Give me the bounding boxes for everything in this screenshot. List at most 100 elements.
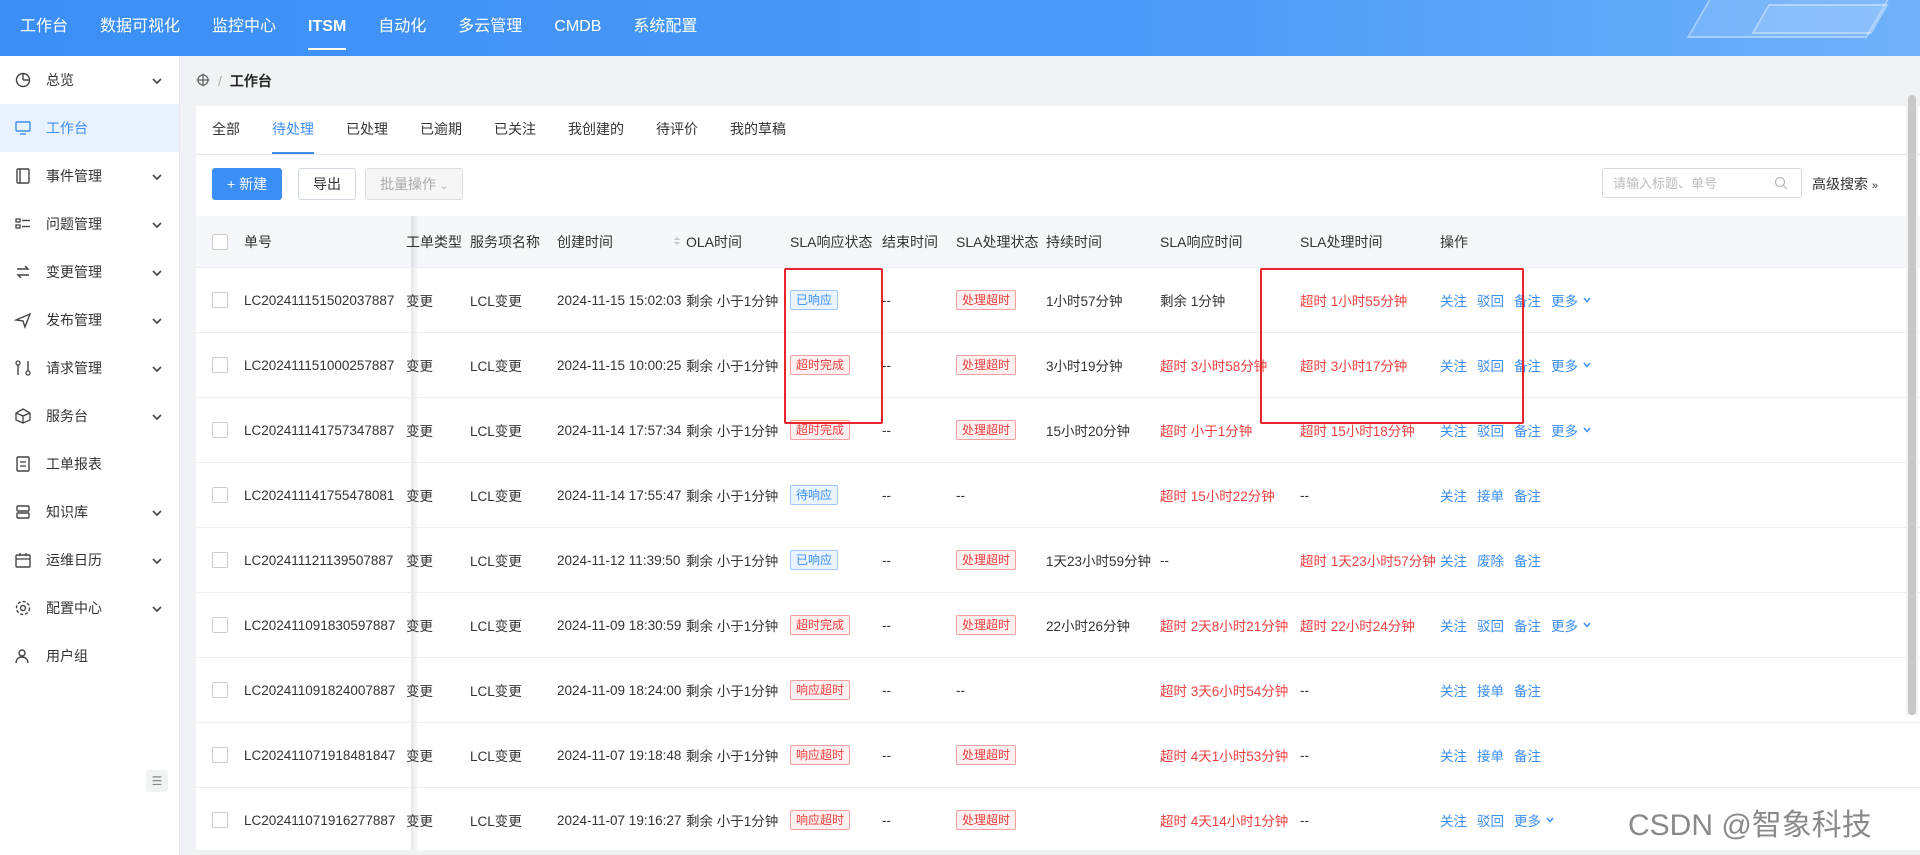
top-nav-item[interactable]: 工作台 (8, 0, 80, 56)
sidebar-item[interactable]: 总览 (0, 56, 179, 104)
header-label: 结束时间 (882, 233, 938, 250)
tab-item[interactable]: 待处理 (272, 106, 314, 154)
tab-item[interactable]: 我的草稿 (730, 106, 786, 154)
action-link[interactable]: 关注 (1440, 810, 1467, 830)
sidebar-item[interactable]: 服务台 (0, 392, 179, 440)
ticket-id[interactable]: LC202411141757347887 (244, 423, 394, 438)
chevron-down-icon[interactable] (1583, 618, 1592, 633)
sidebar-item[interactable]: 请求管理 (0, 344, 179, 392)
action-link[interactable]: 更多 (1551, 615, 1578, 635)
chevron-down-icon[interactable] (1583, 358, 1592, 373)
collapse-sidebar-icon[interactable]: ☰ (146, 770, 168, 792)
table-row: LC202411141755478081 变更 LCL变更 2024-11-14 17… (196, 463, 1920, 528)
chevron-down-icon[interactable] (1583, 423, 1592, 438)
ticket-id[interactable]: LC202411091830597887 (244, 618, 395, 633)
action-link[interactable]: 接单 (1477, 680, 1504, 700)
row-checkbox[interactable] (212, 617, 228, 633)
chevron-down-icon[interactable] (1583, 293, 1592, 308)
fixed-column-shadow (411, 398, 419, 462)
row-checkbox[interactable] (212, 747, 228, 763)
actions-cell: 关注 驳回 备注 更多 (1440, 593, 1592, 657)
header-cell: 服务项名称 (470, 216, 540, 267)
row-checkbox[interactable] (212, 682, 228, 698)
ticket-id[interactable]: LC202411091824007887 (244, 683, 395, 698)
action-link[interactable]: 接单 (1477, 745, 1504, 765)
top-nav-item[interactable]: CMDB (542, 0, 613, 56)
sidebar-item[interactable]: 知识库 (0, 488, 179, 536)
action-link[interactable]: 备注 (1514, 615, 1541, 635)
ticket-id[interactable]: LC202411071916277887 (244, 813, 395, 828)
action-link[interactable]: 更多 (1551, 290, 1578, 310)
tab-item[interactable]: 待评价 (656, 106, 698, 154)
header-label: 操作 (1440, 233, 1468, 250)
top-nav-item[interactable]: 监控中心 (200, 0, 288, 56)
action-link[interactable]: 关注 (1440, 550, 1467, 570)
action-link[interactable]: 关注 (1440, 680, 1467, 700)
action-link[interactable]: 备注 (1514, 550, 1541, 570)
ticket-id[interactable]: LC202411141755478081 (244, 488, 394, 503)
sidebar-item[interactable]: 事件管理 (0, 152, 179, 200)
sidebar-item[interactable]: 工作台 (0, 104, 179, 152)
top-nav-item[interactable]: 数据可视化 (88, 0, 192, 56)
action-link[interactable]: 更多 (1514, 810, 1541, 830)
ticket-id[interactable]: LC202411121139507887 (244, 553, 393, 568)
action-link[interactable]: 关注 (1440, 745, 1467, 765)
search-input[interactable] (1602, 168, 1802, 198)
row-checkbox[interactable] (212, 552, 228, 568)
ticket-id[interactable]: LC202411151502037887 (244, 293, 394, 308)
cube-icon (14, 407, 32, 425)
sidebar-item[interactable]: 运维日历 (0, 536, 179, 584)
sidebar-item[interactable]: 变更管理 (0, 248, 179, 296)
chevron-down-icon[interactable] (1546, 813, 1555, 828)
advanced-search-link[interactable]: 高级搜索 » (1812, 174, 1878, 194)
action-link[interactable]: 更多 (1551, 420, 1578, 440)
row-checkbox[interactable] (212, 292, 228, 308)
search-icon[interactable] (1774, 176, 1788, 193)
top-nav-item[interactable]: 多云管理 (446, 0, 534, 56)
tab-item[interactable]: 已逾期 (420, 106, 462, 154)
double-chevron-down-icon: » (1871, 180, 1879, 192)
tab-item[interactable]: 已处理 (346, 106, 388, 154)
row-checkbox[interactable] (212, 422, 228, 438)
id-cell: LC202411091830597887 (244, 593, 395, 657)
new-button[interactable]: + 新建 (212, 168, 283, 200)
sidebar-item[interactable]: 发布管理 (0, 296, 179, 344)
action-link[interactable]: 更多 (1551, 355, 1578, 375)
row-checkbox[interactable] (212, 357, 228, 373)
action-link[interactable]: 关注 (1440, 615, 1467, 635)
end-time: -- (882, 487, 891, 503)
sidebar-item[interactable]: 工单报表 (0, 440, 179, 488)
action-link[interactable]: 备注 (1514, 745, 1541, 765)
top-nav-item[interactable]: ITSM (296, 0, 358, 56)
action-link[interactable]: 驳回 (1477, 615, 1504, 635)
sidebar-item[interactable]: 问题管理 (0, 200, 179, 248)
tab-item[interactable]: 全部 (212, 106, 240, 154)
tab-item[interactable]: 我创建的 (568, 106, 624, 154)
proc-status-cell: -- (956, 658, 965, 722)
scrollbar-thumb[interactable] (1908, 95, 1916, 715)
action-link[interactable]: 关注 (1440, 485, 1467, 505)
action-link[interactable]: 驳回 (1477, 810, 1504, 830)
sidebar-item[interactable]: 配置中心 (0, 584, 179, 632)
top-nav-item[interactable]: 系统配置 (621, 0, 709, 56)
sla-process-status-badge: 处理超时 (956, 745, 1017, 765)
sort-icon[interactable] (613, 234, 681, 250)
action-link[interactable]: 接单 (1477, 485, 1504, 505)
tab-item[interactable]: 已关注 (494, 106, 536, 154)
sidebar-item[interactable]: 用户组 (0, 632, 179, 680)
table-scrollbar[interactable] (1906, 95, 1918, 715)
action-link[interactable]: 备注 (1514, 485, 1541, 505)
ticket-id[interactable]: LC202411071918481847 (244, 748, 395, 763)
export-button[interactable]: 导出 (298, 168, 356, 200)
row-checkbox[interactable] (212, 812, 228, 828)
action-link[interactable]: 废除 (1477, 550, 1504, 570)
ticket-id[interactable]: LC202411151000257887 (244, 358, 394, 373)
breadcrumb: / 工作台 (196, 70, 1916, 92)
home-icon[interactable] (196, 73, 210, 90)
select-all-checkbox[interactable] (212, 233, 228, 250)
top-nav-item[interactable]: 自动化 (366, 0, 438, 56)
duration: 1小时57分钟 (1046, 294, 1123, 309)
row-checkbox[interactable] (212, 487, 228, 503)
action-link[interactable]: 备注 (1514, 680, 1541, 700)
sidebar-item-label: 知识库 (46, 504, 88, 520)
